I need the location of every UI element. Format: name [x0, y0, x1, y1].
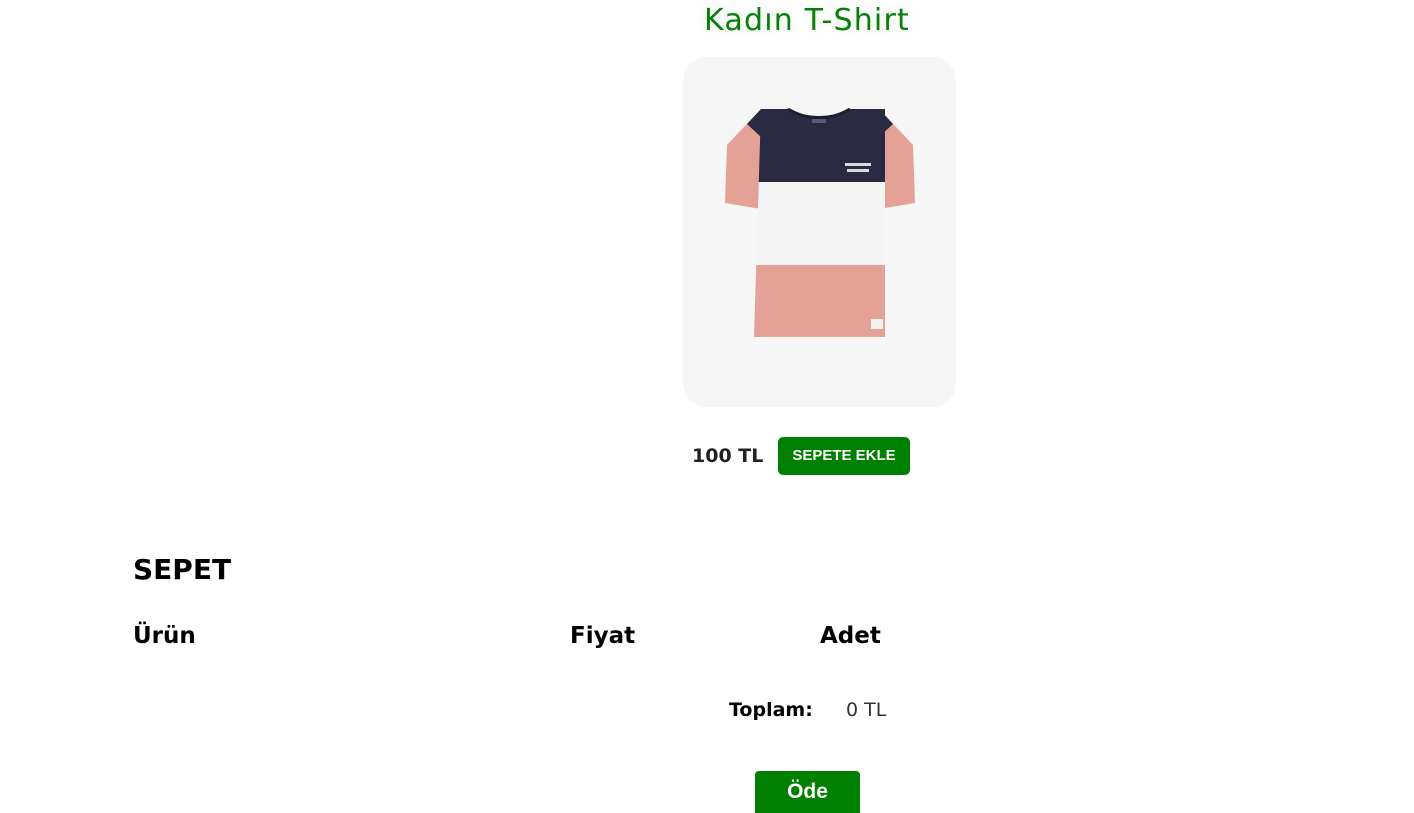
product-price: 100 TL: [692, 445, 764, 467]
tshirt-image: [725, 107, 915, 337]
pay-button[interactable]: Öde: [755, 771, 860, 813]
cart-column-quantity: Adet: [820, 623, 881, 649]
product-image-card[interactable]: [683, 57, 956, 407]
add-to-cart-button[interactable]: SEPETE EKLE: [778, 437, 910, 475]
cart-total-value: 0 TL: [846, 699, 887, 721]
cart-title: SEPET: [133, 553, 232, 586]
cart-column-price: Fiyat: [570, 623, 636, 649]
cart-total-label: Toplam:: [729, 699, 813, 721]
product-title: Kadın T-Shirt: [704, 3, 910, 38]
cart-column-product: Ürün: [133, 623, 196, 649]
